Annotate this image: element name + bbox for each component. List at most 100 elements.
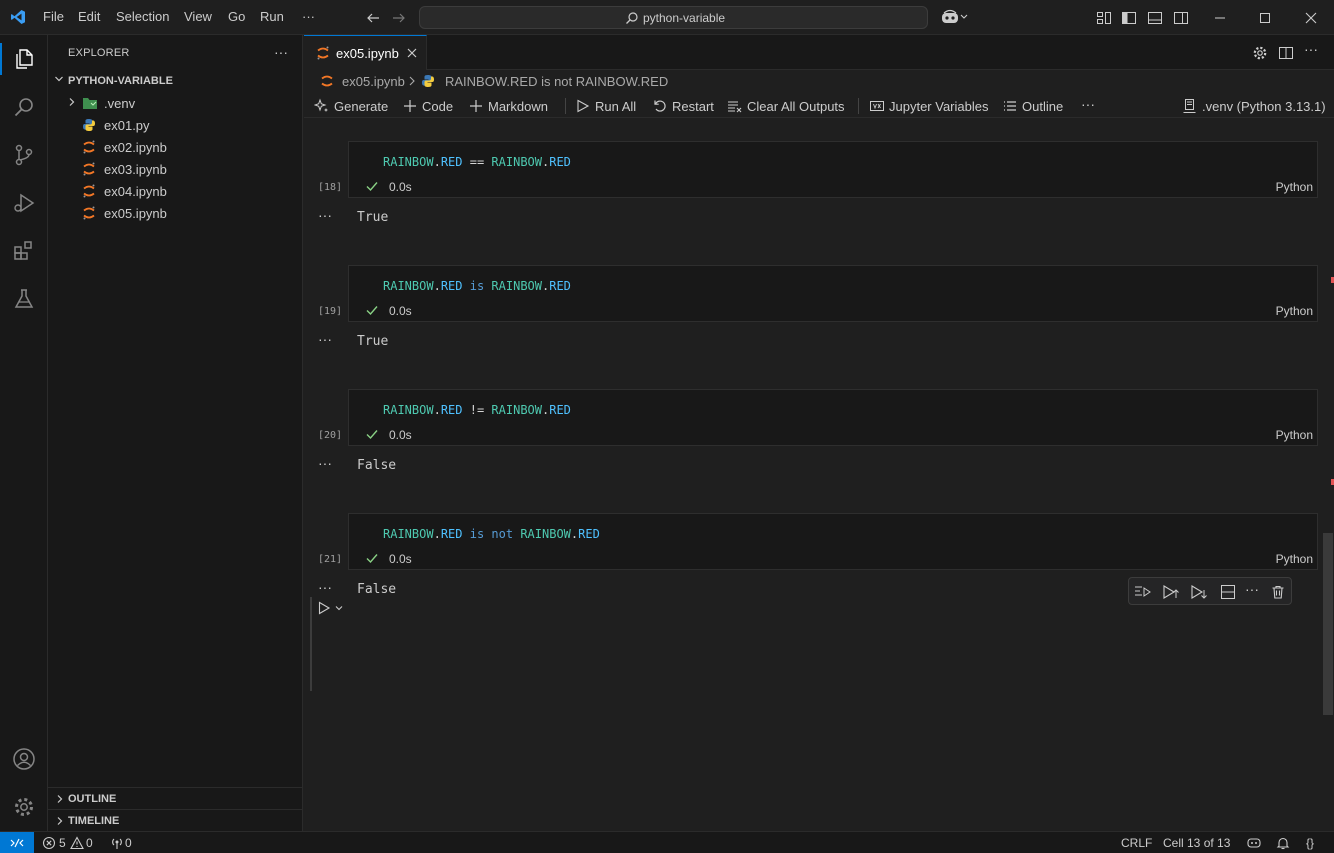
outline-section-header[interactable]: OUTLINE bbox=[48, 787, 303, 809]
menu-edit[interactable]: Edit bbox=[78, 9, 100, 24]
maximize-icon[interactable] bbox=[1257, 10, 1273, 26]
menu-run[interactable]: Run bbox=[260, 9, 284, 24]
notifications-bell-icon[interactable] bbox=[1276, 836, 1290, 850]
explorer-more-button[interactable]: ··· bbox=[274, 44, 288, 60]
toggle-secondary-sidebar-icon[interactable] bbox=[1173, 10, 1189, 26]
output-more-button[interactable]: ··· bbox=[318, 455, 332, 471]
cell-output: False bbox=[357, 458, 397, 473]
output-more-button[interactable]: ··· bbox=[318, 331, 332, 347]
outline-label: Outline bbox=[1022, 99, 1064, 114]
toggle-primary-sidebar-icon[interactable] bbox=[1121, 10, 1137, 26]
chevron-right-icon bbox=[407, 75, 417, 87]
code-cell[interactable]: RAINBOW.RED is RAINBOW.RED 0.0s Python bbox=[348, 265, 1318, 322]
plus-icon bbox=[470, 100, 482, 112]
output-more-button[interactable]: ··· bbox=[318, 579, 332, 595]
cell-language[interactable]: Python bbox=[1276, 428, 1313, 442]
run-cell-icon[interactable] bbox=[317, 601, 331, 615]
split-editor-icon[interactable] bbox=[1278, 45, 1294, 61]
run-cell-and-above-icon[interactable] bbox=[1162, 584, 1180, 600]
more-actions-icon[interactable]: ··· bbox=[1304, 41, 1318, 57]
code-token: RAINBOW bbox=[491, 155, 542, 169]
tree-item-ex02[interactable]: ex02.ipynb bbox=[48, 136, 303, 158]
menu-file[interactable]: File bbox=[43, 9, 64, 24]
code-cell-focused[interactable]: RAINBOW.RED is not RAINBOW.RED 0.0s Pyth… bbox=[348, 513, 1318, 570]
cell-more-icon[interactable]: ··· bbox=[1245, 581, 1259, 597]
tab-ex05[interactable]: ex05.ipynb bbox=[304, 35, 427, 70]
notebook-settings-gear-icon[interactable] bbox=[1252, 45, 1268, 61]
language-status-braces[interactable]: {} bbox=[1306, 836, 1314, 850]
copilot-icon[interactable] bbox=[941, 9, 969, 25]
source-control-icon[interactable] bbox=[12, 143, 36, 167]
code-token: RAINBOW bbox=[491, 403, 542, 417]
back-arrow-icon[interactable] bbox=[365, 10, 381, 26]
variables-icon bbox=[870, 101, 884, 111]
output-more-button[interactable]: ··· bbox=[318, 207, 332, 223]
folder-header[interactable]: PYTHON-VARIABLE bbox=[48, 69, 303, 91]
accounts-icon[interactable] bbox=[12, 747, 36, 771]
cell-source[interactable]: RAINBOW.RED != RAINBOW.RED bbox=[383, 403, 571, 417]
search-label: python-variable bbox=[643, 11, 726, 25]
extensions-icon[interactable] bbox=[12, 239, 36, 263]
code-cell[interactable]: RAINBOW.RED == RAINBOW.RED 0.0s Python bbox=[348, 141, 1318, 198]
run-cell-and-below-icon[interactable] bbox=[1190, 584, 1208, 600]
cell-language[interactable]: Python bbox=[1276, 180, 1313, 194]
toggle-panel-icon[interactable] bbox=[1147, 10, 1163, 26]
run-and-debug-icon[interactable] bbox=[12, 191, 36, 215]
search-view-icon[interactable] bbox=[12, 95, 36, 119]
menu-selection[interactable]: Selection bbox=[116, 9, 169, 24]
cell-source[interactable]: RAINBOW.RED == RAINBOW.RED bbox=[383, 155, 571, 169]
scrollbar-thumb[interactable] bbox=[1323, 533, 1333, 715]
tree-item-ex03[interactable]: ex03.ipynb bbox=[48, 158, 303, 180]
remote-indicator[interactable] bbox=[0, 832, 34, 853]
cell-source[interactable]: RAINBOW.RED is not RAINBOW.RED bbox=[383, 527, 600, 541]
tree-item-ex05[interactable]: ex05.ipynb bbox=[48, 202, 303, 224]
code-keyword: is bbox=[469, 279, 485, 293]
timeline-label: TIMELINE bbox=[68, 815, 120, 827]
run-all-icon bbox=[577, 99, 590, 113]
execution-time: 0.0s bbox=[389, 428, 412, 442]
execution-time: 0.0s bbox=[389, 304, 412, 318]
forward-arrow-icon[interactable] bbox=[391, 10, 407, 26]
jupyter-icon bbox=[82, 140, 96, 154]
minimize-icon[interactable] bbox=[1212, 10, 1228, 26]
cell-source[interactable]: RAINBOW.RED is RAINBOW.RED bbox=[383, 279, 571, 293]
sparkle-icon bbox=[314, 98, 328, 112]
menu-view[interactable]: View bbox=[184, 9, 212, 24]
breadcrumb-file[interactable]: ex05.ipynb bbox=[342, 74, 405, 89]
code-cell[interactable]: RAINBOW.RED != RAINBOW.RED 0.0s Python bbox=[348, 389, 1318, 446]
split-cell-icon[interactable] bbox=[1220, 584, 1236, 600]
close-window-icon[interactable] bbox=[1303, 10, 1319, 26]
code-token: RAINBOW bbox=[383, 279, 434, 293]
testing-flask-icon[interactable] bbox=[12, 287, 36, 311]
timeline-section-header[interactable]: TIMELINE bbox=[48, 809, 303, 831]
customize-layout-icon[interactable] bbox=[1096, 10, 1112, 26]
menu-more[interactable]: ··· bbox=[302, 9, 315, 24]
cell-output: True bbox=[357, 334, 389, 349]
tree-item-ex01[interactable]: ex01.py bbox=[48, 114, 303, 136]
breadcrumb-cell[interactable]: RAINBOW.RED is not RAINBOW.RED bbox=[445, 74, 668, 89]
tree-item-venv[interactable]: .venv bbox=[48, 92, 303, 114]
end-of-line-indicator[interactable]: CRLF bbox=[1121, 836, 1152, 850]
run-options-chevron-down-icon[interactable] bbox=[334, 603, 344, 613]
notebook-content: RAINBOW.RED == RAINBOW.RED 0.0s Python [… bbox=[304, 119, 1334, 831]
cell-language[interactable]: Python bbox=[1276, 552, 1313, 566]
code-token: RAINBOW bbox=[383, 527, 434, 541]
tree-item-label: ex02.ipynb bbox=[104, 140, 167, 155]
cell-position-indicator[interactable]: Cell 13 of 13 bbox=[1163, 836, 1230, 850]
execute-above-icon[interactable] bbox=[1134, 584, 1152, 600]
jupyter-icon bbox=[316, 46, 330, 60]
menu-go[interactable]: Go bbox=[228, 9, 245, 24]
delete-cell-trash-icon[interactable] bbox=[1270, 584, 1286, 600]
manage-gear-icon[interactable] bbox=[12, 795, 36, 819]
close-tab-icon[interactable] bbox=[406, 47, 418, 59]
toolbar-more-button[interactable]: ··· bbox=[1081, 96, 1095, 112]
tree-item-ex04[interactable]: ex04.ipynb bbox=[48, 180, 303, 202]
code-token: RED bbox=[440, 155, 463, 169]
plus-icon bbox=[404, 100, 416, 112]
copilot-status-icon[interactable] bbox=[1247, 836, 1261, 850]
command-center-search[interactable]: python-variable bbox=[419, 6, 928, 29]
error-count: 5 bbox=[59, 836, 66, 850]
remote-icon bbox=[10, 838, 24, 848]
explorer-icon[interactable] bbox=[12, 47, 36, 71]
cell-language[interactable]: Python bbox=[1276, 304, 1313, 318]
